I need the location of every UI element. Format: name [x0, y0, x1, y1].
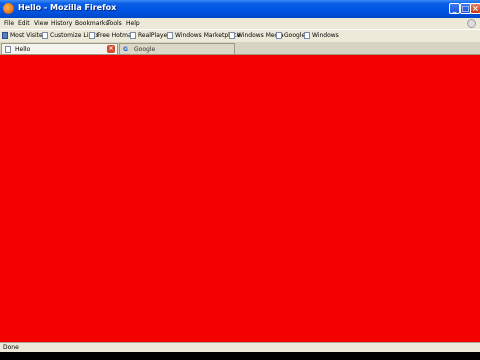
letterbox-bar [0, 352, 480, 360]
tab-google[interactable]: G Google [119, 43, 235, 54]
menu-edit[interactable]: Edit [18, 20, 30, 27]
tab-hello[interactable]: Hello × [1, 43, 118, 54]
title-bar[interactable]: Hello - Mozilla Firefox _ □ × [0, 0, 480, 18]
window-title: Hello - Mozilla Firefox [18, 3, 117, 12]
folder-icon [2, 32, 8, 39]
bookmarks-toolbar: Most Visited Customize Links Free Hotmai… [0, 29, 480, 43]
close-tab-icon[interactable]: × [107, 45, 115, 53]
page-icon [89, 32, 95, 39]
tab-label: Hello [15, 45, 31, 53]
menu-bookmarks[interactable]: Bookmarks [75, 20, 109, 27]
menu-bar: File Edit View History Bookmarks Tools H… [0, 18, 480, 29]
bookmark-windows[interactable]: Windows [304, 32, 339, 39]
bookmark-most-visited[interactable]: Most Visited [2, 32, 47, 39]
bookmark-realplayer[interactable]: RealPlayer [130, 32, 170, 39]
menu-file[interactable]: File [4, 20, 14, 27]
browser-window: Hello - Mozilla Firefox _ □ × File Edit … [0, 0, 480, 360]
page-content[interactable] [0, 55, 480, 342]
page-icon [276, 32, 282, 39]
bookmark-free-hotmail[interactable]: Free Hotmail [89, 32, 135, 39]
page-icon [167, 32, 173, 39]
firefox-icon [3, 3, 14, 14]
minimize-button[interactable]: _ [449, 3, 460, 14]
menu-view[interactable]: View [34, 20, 48, 27]
page-icon [42, 32, 48, 39]
activity-throbber-icon [467, 19, 476, 28]
status-bar: Done [0, 342, 480, 352]
page-icon [130, 32, 136, 39]
bookmark-google[interactable]: Google [276, 32, 305, 39]
menu-history[interactable]: History [51, 20, 72, 27]
status-text: Done [3, 344, 19, 351]
bookmark-label: Google [284, 32, 306, 39]
menu-tools[interactable]: Tools [107, 20, 122, 27]
page-icon [5, 45, 11, 53]
tab-bar: Hello × G Google [0, 42, 480, 55]
close-button[interactable]: × [470, 3, 480, 14]
google-icon: G [123, 45, 128, 53]
page-icon [304, 32, 310, 39]
bookmark-label: Windows [312, 32, 339, 39]
page-icon [229, 32, 235, 39]
menu-help[interactable]: Help [126, 20, 140, 27]
tab-label: Google [134, 45, 156, 53]
bookmark-label: RealPlayer [138, 32, 170, 39]
